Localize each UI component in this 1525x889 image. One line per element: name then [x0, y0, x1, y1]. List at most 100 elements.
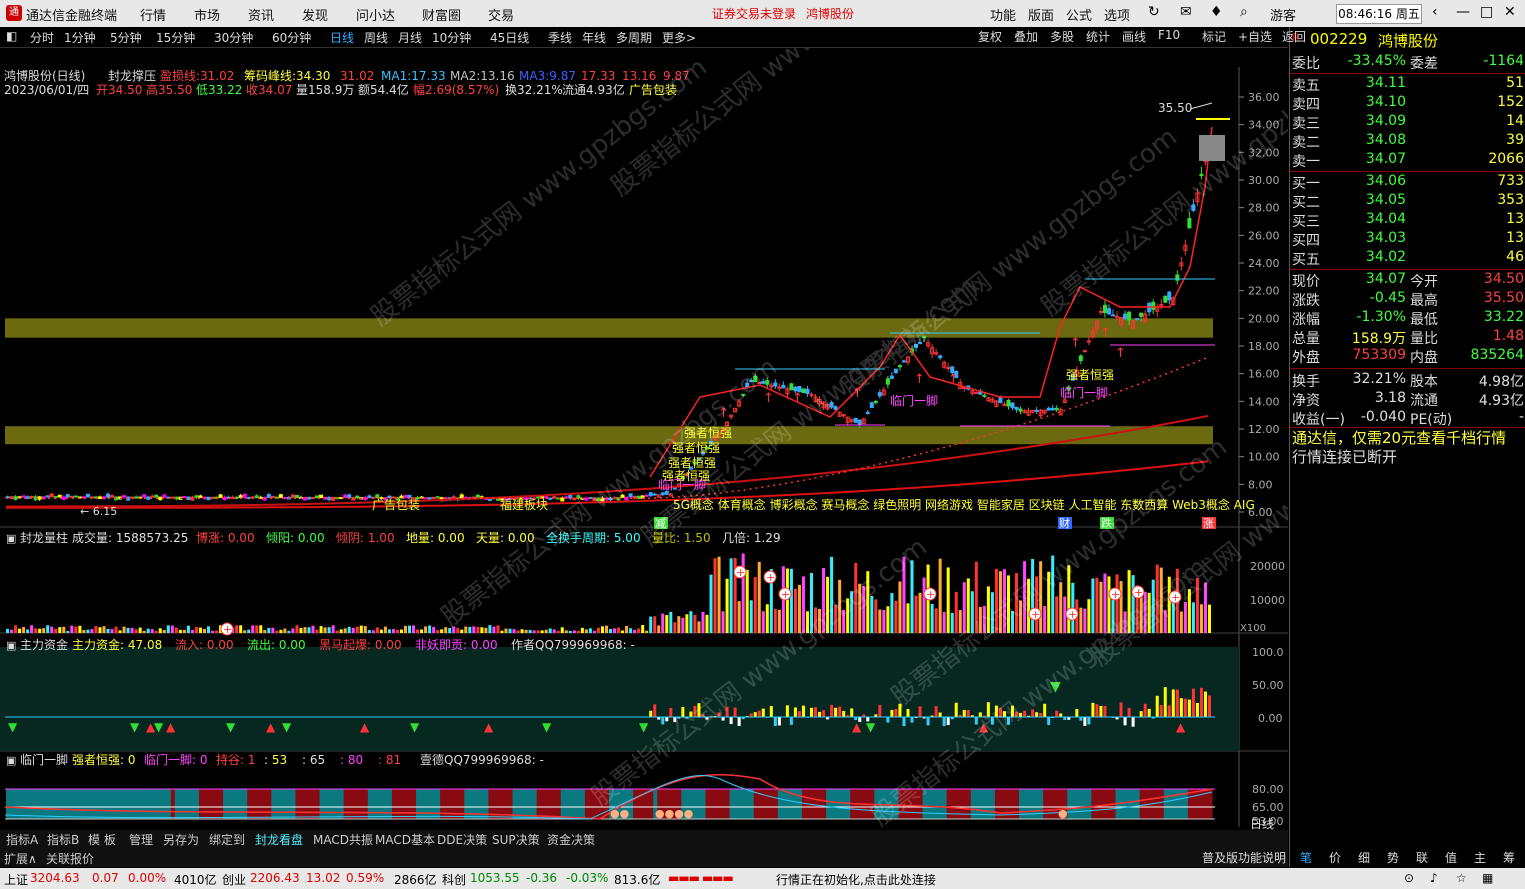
shirt-icon[interactable]: ♦	[1210, 4, 1223, 20]
maximize-icon[interactable]: □	[1480, 4, 1493, 20]
menu-shichang[interactable]: 市场	[194, 5, 220, 24]
star-icon[interactable]: ☆	[1456, 871, 1467, 885]
toolbar-2[interactable]: 多股	[1050, 28, 1074, 45]
toolbar-6[interactable]: 标记	[1202, 28, 1226, 45]
indicator-tab-11[interactable]: 资金决策	[547, 831, 595, 848]
indicator-tab-2[interactable]: 模 板	[88, 831, 116, 848]
minimize-icon[interactable]: —	[1456, 4, 1470, 20]
fund-bar	[1059, 713, 1063, 717]
ask-row[interactable]: 卖三 34.09 14	[1290, 113, 1525, 132]
menu-hangqing[interactable]: 行情	[140, 5, 166, 24]
indicator-tab-1[interactable]: 指标B	[47, 831, 79, 848]
period-1[interactable]: 1分钟	[64, 29, 96, 46]
kline-chart[interactable]: 鸿博股份(日线) 封龙撑压 盈损线:31.02 筹码峰线:34.30 31.02 MA1:…	[0, 48, 1288, 868]
indicator-tab-10[interactable]: SUP决策	[492, 831, 540, 848]
login-warning[interactable]: 证券交易未登录	[712, 5, 796, 22]
bid-row[interactable]: 买四 34.03 13	[1290, 230, 1525, 249]
sh-index[interactable]: 3204.63	[30, 871, 80, 885]
ask-row[interactable]: 卖二 34.08 39	[1290, 132, 1525, 151]
close-icon[interactable]: ✕	[1504, 4, 1516, 20]
menu-caifuquan[interactable]: 财富圈	[422, 5, 461, 24]
fund-collapse-icon[interactable]: ▣	[6, 639, 16, 652]
toolbar-5[interactable]: F10	[1158, 28, 1180, 42]
period-5[interactable]: 60分钟	[272, 29, 311, 46]
lm-bar	[1143, 789, 1149, 819]
menu-faxian[interactable]: 发现	[302, 5, 328, 24]
period-2[interactable]: 5分钟	[110, 29, 142, 46]
period-13[interactable]: 多周期	[616, 29, 652, 46]
help-link[interactable]: 普及版功能说明	[1202, 849, 1286, 866]
bid-row[interactable]: 买五 34.02 46	[1290, 249, 1525, 268]
toolbar-8[interactable]: 返回	[1282, 28, 1306, 45]
lm-collapse-icon[interactable]: ▣	[6, 754, 16, 767]
indicator-tab-7[interactable]: MACD共振	[313, 831, 373, 848]
period-12[interactable]: 年线	[582, 29, 606, 46]
toolbar-1[interactable]: 叠加	[1014, 28, 1038, 45]
indicator-tab-6[interactable]: 封龙看盘	[255, 831, 303, 848]
toolbar-0[interactable]: 复权	[978, 28, 1002, 45]
refresh-icon[interactable]: ↻	[1148, 4, 1160, 20]
menu-wenxiaoda[interactable]: 问小达	[356, 5, 395, 24]
volume-bar	[645, 630, 649, 633]
indicator-tab-5[interactable]: 绑定到	[209, 831, 245, 848]
period-9[interactable]: 10分钟	[432, 29, 471, 46]
cy-index[interactable]: 2206.43	[250, 871, 300, 885]
promo-link[interactable]: 通达信，仅需20元查看千档行情	[1292, 427, 1506, 448]
quote-tab-1[interactable]: 价	[1329, 849, 1341, 866]
toolbar-7[interactable]: +自选	[1238, 28, 1272, 45]
menu-gongneng[interactable]: 功能	[990, 5, 1016, 24]
toolbar-4[interactable]: 画线	[1122, 28, 1146, 45]
menu-jiaoyi[interactable]: 交易	[488, 5, 514, 24]
quote-tab-0[interactable]: 笔	[1300, 849, 1312, 866]
grid-icon[interactable]: ▦	[1482, 871, 1493, 885]
period-3[interactable]: 15分钟	[156, 29, 195, 46]
ask-row[interactable]: 卖一 34.07 2066	[1290, 151, 1525, 170]
quote-tab-3[interactable]: 势	[1387, 849, 1399, 866]
period-8[interactable]: 月线	[398, 29, 422, 46]
indicator-tab-4[interactable]: 另存为	[163, 831, 199, 848]
quote-tab-6[interactable]: 主	[1474, 849, 1486, 866]
mail-icon[interactable]: ✉	[1180, 4, 1192, 20]
period-0[interactable]: 分时	[30, 29, 54, 46]
ask-row[interactable]: 卖四 34.10 152	[1290, 94, 1525, 113]
volume-bar	[918, 592, 922, 633]
period-label-bottom[interactable]: 日线	[1250, 815, 1274, 832]
menu-gongshi[interactable]: 公式	[1066, 5, 1092, 24]
back-icon[interactable]: ‹	[1432, 4, 1438, 20]
indicator-tab-9[interactable]: DDE决策	[437, 831, 487, 848]
ask-row[interactable]: 卖五 34.11 51	[1290, 75, 1525, 94]
lm-bar	[725, 789, 731, 819]
quote-tab-4[interactable]: 联	[1416, 849, 1428, 866]
speaker-icon[interactable]: ♪	[1430, 871, 1438, 885]
menu-banmian[interactable]: 版面	[1028, 5, 1054, 24]
indicator-tab-0[interactable]: 指标A	[6, 831, 38, 848]
quote-tab-5[interactable]: 值	[1445, 849, 1457, 866]
period-11[interactable]: 季线	[548, 29, 572, 46]
quote-tab-2[interactable]: 细	[1358, 849, 1370, 866]
connect-message[interactable]: 行情正在初始化,点击此处连接	[776, 871, 936, 888]
indicator-tab-3[interactable]: 管理	[129, 831, 153, 848]
menu-xuanxiang[interactable]: 选项	[1104, 5, 1130, 24]
period-6[interactable]: 日线	[330, 29, 354, 46]
vol-collapse-icon[interactable]: ▣	[6, 532, 16, 545]
related-quote-button[interactable]: 关联报价	[46, 850, 94, 867]
quote-tab-7[interactable]: 筹	[1503, 849, 1515, 866]
period-7[interactable]: 周线	[364, 29, 388, 46]
period-10[interactable]: 45日线	[490, 29, 529, 46]
bid-row[interactable]: 买三 34.04 13	[1290, 211, 1525, 230]
search-icon[interactable]: ⌕	[1240, 4, 1248, 20]
volume-bar	[158, 628, 162, 633]
indicator-tab-8[interactable]: MACD基本	[375, 831, 435, 848]
kc-index[interactable]: 1053.55	[470, 871, 520, 885]
menu-zixun[interactable]: 资讯	[248, 5, 274, 24]
lm-signal-icon: ●	[1058, 807, 1068, 820]
period-4[interactable]: 30分钟	[214, 29, 253, 46]
user-label[interactable]: 游客	[1270, 5, 1296, 24]
toggle-icon[interactable]: ◧	[6, 29, 17, 43]
ext-button[interactable]: 扩展∧	[4, 850, 37, 867]
bid-row[interactable]: 买一 34.06 733	[1290, 173, 1525, 192]
bid-row[interactable]: 买二 34.05 353	[1290, 192, 1525, 211]
toolbar-3[interactable]: 统计	[1086, 28, 1110, 45]
candle-body	[1127, 311, 1132, 321]
period-14[interactable]: 更多>	[662, 29, 696, 46]
